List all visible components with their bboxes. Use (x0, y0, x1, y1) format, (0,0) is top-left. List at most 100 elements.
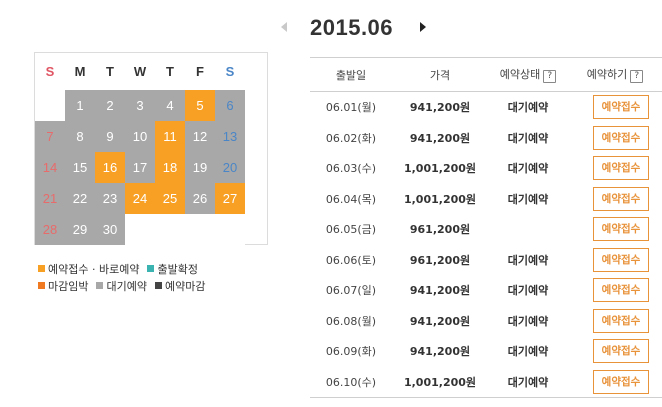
action-cell: 예약접수 (568, 278, 662, 303)
calendar-day[interactable]: 5 (185, 90, 215, 121)
calendar-grid: 1 2 3 4 5 6 7 8 9 10 11 12 13 14 15 16 17 18 19 20 21 22 23 24 2… (35, 90, 269, 245)
calendar-day[interactable]: 24 (125, 183, 155, 214)
calendar-day[interactable]: 3 (125, 90, 155, 121)
reserve-button[interactable]: 예약접수 (593, 339, 649, 364)
reserve-button[interactable]: 예약접수 (593, 125, 649, 150)
price: 941,200원 (409, 101, 471, 115)
header-price: 가격 (429, 68, 451, 82)
legend-item: 출발확정 (147, 260, 198, 277)
departure-date: 06.05(금) (325, 223, 377, 237)
calendar-day[interactable]: 20 (215, 152, 245, 183)
month-title: 2015.06 (310, 15, 394, 40)
reservation-status: 대기예약 (507, 284, 549, 298)
reservation-status: 대기예약 (507, 345, 549, 359)
legend-swatch-icon (38, 282, 45, 289)
reserve-button[interactable]: 예약접수 (593, 308, 649, 333)
weekday-label: T (106, 64, 114, 79)
calendar-day[interactable]: 15 (65, 152, 95, 183)
calendar-day[interactable]: 13 (215, 121, 245, 152)
header-date: 출발일 (335, 68, 367, 82)
calendar-day[interactable]: 9 (95, 121, 125, 152)
calendar-week: 14 15 16 17 18 19 20 (35, 152, 269, 183)
calendar-day[interactable]: 21 (35, 183, 65, 214)
legend-swatch-icon (154, 282, 162, 289)
calendar-day[interactable]: 1 (65, 90, 95, 121)
calendar-week: 7 8 9 10 11 12 13 (35, 121, 269, 152)
month-navigation: 2015.06 (270, 13, 440, 45)
weekday-label: W (133, 64, 147, 79)
calendar: SMTWTFS 1 2 3 4 5 6 7 8 9 10 11 12 13 14 15 16 17 18 19 20 2… (34, 52, 268, 245)
table-row: 06.03(수) 1,001,200원 대기예약 예약접수 (310, 153, 662, 184)
weekday-label: F (196, 64, 204, 79)
table-body: 06.01(월) 941,200원 대기예약 예약접수 06.02(화) 941,200원… (310, 92, 662, 397)
reserve-button[interactable]: 예약접수 (593, 156, 649, 181)
table-row: 06.06(토) 961,200원 대기예약 예약접수 (310, 245, 662, 276)
departure-date: 06.04(목) (325, 192, 377, 206)
departure-date: 06.09(화) (325, 345, 377, 359)
calendar-empty-cell (155, 214, 185, 245)
action-cell: 예약접수 (568, 156, 662, 181)
calendar-day[interactable]: 8 (65, 121, 95, 152)
reserve-button[interactable]: 예약접수 (593, 369, 649, 394)
calendar-day[interactable]: 19 (185, 152, 215, 183)
table-row: 06.07(일) 941,200원 대기예약 예약접수 (310, 275, 662, 306)
reservation-status: 대기예약 (507, 375, 549, 389)
reserve-button[interactable]: 예약접수 (593, 95, 649, 120)
calendar-day[interactable]: 12 (185, 121, 215, 152)
legend-item: 예약접수 · 바로예약 (38, 260, 139, 277)
calendar-day[interactable]: 30 (95, 214, 125, 245)
action-help-icon[interactable]: ? (630, 70, 644, 83)
calendar-day[interactable]: 2 (95, 90, 125, 121)
calendar-day[interactable]: 16 (95, 152, 125, 183)
departure-date: 06.03(수) (325, 162, 377, 176)
action-cell: 예약접수 (568, 95, 662, 120)
reserve-button[interactable]: 예약접수 (593, 186, 649, 211)
calendar-day[interactable]: 14 (35, 152, 65, 183)
calendar-empty-cell (215, 214, 245, 245)
header-status-label: 예약상태 (499, 68, 541, 81)
legend-label: 대기예약 (106, 279, 147, 293)
calendar-day[interactable]: 29 (65, 214, 95, 245)
calendar-day[interactable]: 7 (35, 121, 65, 152)
table-row: 06.01(월) 941,200원 대기예약 예약접수 (310, 92, 662, 123)
calendar-day[interactable]: 22 (65, 183, 95, 214)
prev-month-icon[interactable] (281, 22, 287, 32)
table-row: 06.08(월) 941,200원 대기예약 예약접수 (310, 306, 662, 337)
table-row: 06.02(화) 941,200원 대기예약 예약접수 (310, 123, 662, 154)
action-cell: 예약접수 (568, 369, 662, 394)
calendar-day[interactable]: 11 (155, 121, 185, 152)
calendar-day[interactable]: 25 (155, 183, 185, 214)
weekday-label: M (74, 64, 86, 79)
reserve-button[interactable]: 예약접수 (593, 278, 649, 303)
next-month-icon[interactable] (420, 22, 426, 32)
calendar-day[interactable]: 6 (215, 90, 245, 121)
legend-label: 예약접수 · 바로예약 (48, 262, 140, 276)
legend-item: 대기예약 (96, 277, 147, 294)
calendar-day[interactable]: 4 (155, 90, 185, 121)
legend-item: 예약마감 (154, 277, 205, 294)
calendar-day[interactable]: 18 (155, 152, 185, 183)
price: 961,200원 (409, 253, 471, 267)
reservation-status: 대기예약 (507, 101, 549, 115)
calendar-day[interactable]: 10 (125, 121, 155, 152)
status-help-icon[interactable]: ? (543, 70, 557, 83)
price: 941,200원 (409, 345, 471, 359)
reserve-button[interactable]: 예약접수 (593, 217, 649, 242)
calendar-empty-cell (185, 214, 215, 245)
reserve-button[interactable]: 예약접수 (593, 247, 649, 272)
calendar-day[interactable]: 23 (95, 183, 125, 214)
legend-swatch-icon (38, 265, 45, 272)
calendar-day[interactable]: 27 (215, 183, 245, 214)
calendar-day[interactable]: 28 (35, 214, 65, 245)
weekday-label: S (45, 64, 55, 79)
price: 941,200원 (409, 314, 471, 328)
legend-item: 마감임박 (38, 277, 88, 294)
calendar-day[interactable]: 17 (125, 152, 155, 183)
legend-label: 출발확정 (157, 262, 198, 276)
header-action-label: 예약하기 (586, 68, 628, 81)
reservation-status: 대기예약 (507, 192, 549, 206)
calendar-day[interactable]: 26 (185, 183, 215, 214)
legend-swatch-icon (147, 265, 155, 272)
action-cell: 예약접수 (568, 339, 662, 364)
calendar-empty-cell (125, 214, 155, 245)
